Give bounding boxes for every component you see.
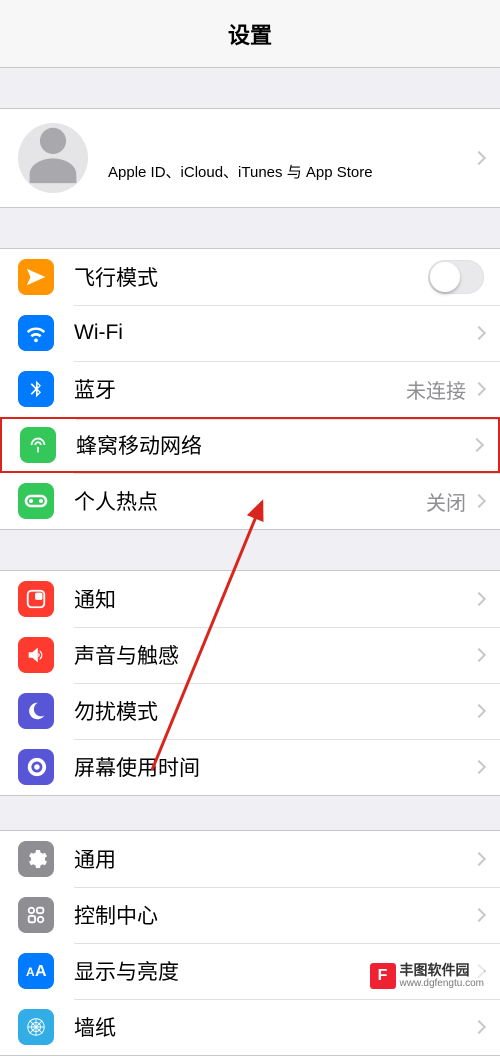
control-center-icon bbox=[18, 897, 54, 933]
chevron-right-icon bbox=[472, 1020, 486, 1034]
hotspot-row[interactable]: 个人热点 关闭 bbox=[0, 473, 500, 529]
bluetooth-icon bbox=[18, 371, 54, 407]
airplane-mode-row[interactable]: 飞行模式 bbox=[0, 249, 500, 305]
control-center-row[interactable]: 控制中心 bbox=[0, 887, 500, 943]
dnd-label: 勿扰模式 bbox=[74, 696, 474, 726]
airplane-mode-switch[interactable] bbox=[428, 260, 484, 294]
profile-name bbox=[108, 135, 178, 155]
wallpaper-label: 墙纸 bbox=[74, 1012, 474, 1042]
watermark-url: www.dgfengtu.com bbox=[400, 978, 485, 989]
cellular-icon bbox=[20, 427, 56, 463]
screentime-icon bbox=[18, 749, 54, 785]
system-group: 通用 控制中心 AA 显示与亮度 墙纸 bbox=[0, 830, 500, 1056]
chevron-right-icon bbox=[472, 648, 486, 662]
watermark: F 丰图软件园 www.dgfengtu.com bbox=[370, 963, 485, 989]
alerts-group: 通知 声音与触感 勿扰模式 屏幕使用时间 bbox=[0, 570, 500, 796]
wifi-icon bbox=[18, 315, 54, 351]
wifi-label: Wi-Fi bbox=[74, 321, 466, 345]
airplane-icon bbox=[18, 259, 54, 295]
screentime-row[interactable]: 屏幕使用时间 bbox=[0, 739, 500, 795]
airplane-mode-label: 飞行模式 bbox=[74, 262, 428, 292]
hotspot-label: 个人热点 bbox=[74, 486, 426, 516]
sounds-icon bbox=[18, 637, 54, 673]
chevron-right-icon bbox=[472, 592, 486, 606]
bluetooth-row[interactable]: 蓝牙 未连接 bbox=[0, 361, 500, 417]
profile-group: Apple ID、iCloud、iTunes 与 App Store bbox=[0, 108, 500, 208]
cellular-label: 蜂窝移动网络 bbox=[76, 430, 472, 460]
chevron-right-icon bbox=[472, 908, 486, 922]
svg-text:A: A bbox=[26, 965, 35, 979]
control-center-label: 控制中心 bbox=[74, 900, 474, 930]
hotspot-icon bbox=[18, 483, 54, 519]
svg-text:A: A bbox=[35, 963, 47, 979]
avatar bbox=[18, 123, 88, 193]
chevron-right-icon bbox=[472, 382, 486, 396]
chevron-right-icon bbox=[472, 326, 486, 340]
hotspot-value: 关闭 bbox=[426, 487, 466, 516]
wallpaper-icon bbox=[18, 1009, 54, 1045]
bluetooth-label: 蓝牙 bbox=[74, 374, 406, 404]
chevron-right-icon bbox=[472, 704, 486, 718]
cellular-row[interactable]: 蜂窝移动网络 bbox=[0, 417, 500, 473]
watermark-brand: 丰图软件园 bbox=[400, 963, 485, 978]
bluetooth-value: 未连接 bbox=[406, 375, 466, 404]
chevron-right-icon bbox=[472, 852, 486, 866]
watermark-logo: F bbox=[370, 963, 396, 989]
apple-id-row[interactable]: Apple ID、iCloud、iTunes 与 App Store bbox=[0, 109, 500, 207]
header: 设置 bbox=[0, 0, 500, 68]
notifications-icon bbox=[18, 581, 54, 617]
screentime-label: 屏幕使用时间 bbox=[74, 752, 474, 782]
dnd-row[interactable]: 勿扰模式 bbox=[0, 683, 500, 739]
display-icon: AA bbox=[18, 953, 54, 989]
dnd-icon bbox=[18, 693, 54, 729]
wifi-row[interactable]: Wi-Fi bbox=[0, 305, 500, 361]
sounds-label: 声音与触感 bbox=[74, 640, 474, 670]
general-icon bbox=[18, 841, 54, 877]
sounds-row[interactable]: 声音与触感 bbox=[0, 627, 500, 683]
chevron-right-icon bbox=[472, 494, 486, 508]
chevron-right-icon bbox=[472, 760, 486, 774]
general-label: 通用 bbox=[74, 844, 474, 874]
connectivity-group: 飞行模式 Wi-Fi 蓝牙 未连接 蜂窝移动网络 个人热点 关闭 bbox=[0, 248, 500, 530]
chevron-right-icon bbox=[470, 438, 484, 452]
profile-subtitle: Apple ID、iCloud、iTunes 与 App Store bbox=[108, 161, 474, 182]
wallpaper-row[interactable]: 墙纸 bbox=[0, 999, 500, 1055]
notifications-row[interactable]: 通知 bbox=[0, 571, 500, 627]
notifications-label: 通知 bbox=[74, 584, 474, 614]
general-row[interactable]: 通用 bbox=[0, 831, 500, 887]
chevron-right-icon bbox=[472, 151, 486, 165]
page-title: 设置 bbox=[228, 18, 272, 50]
